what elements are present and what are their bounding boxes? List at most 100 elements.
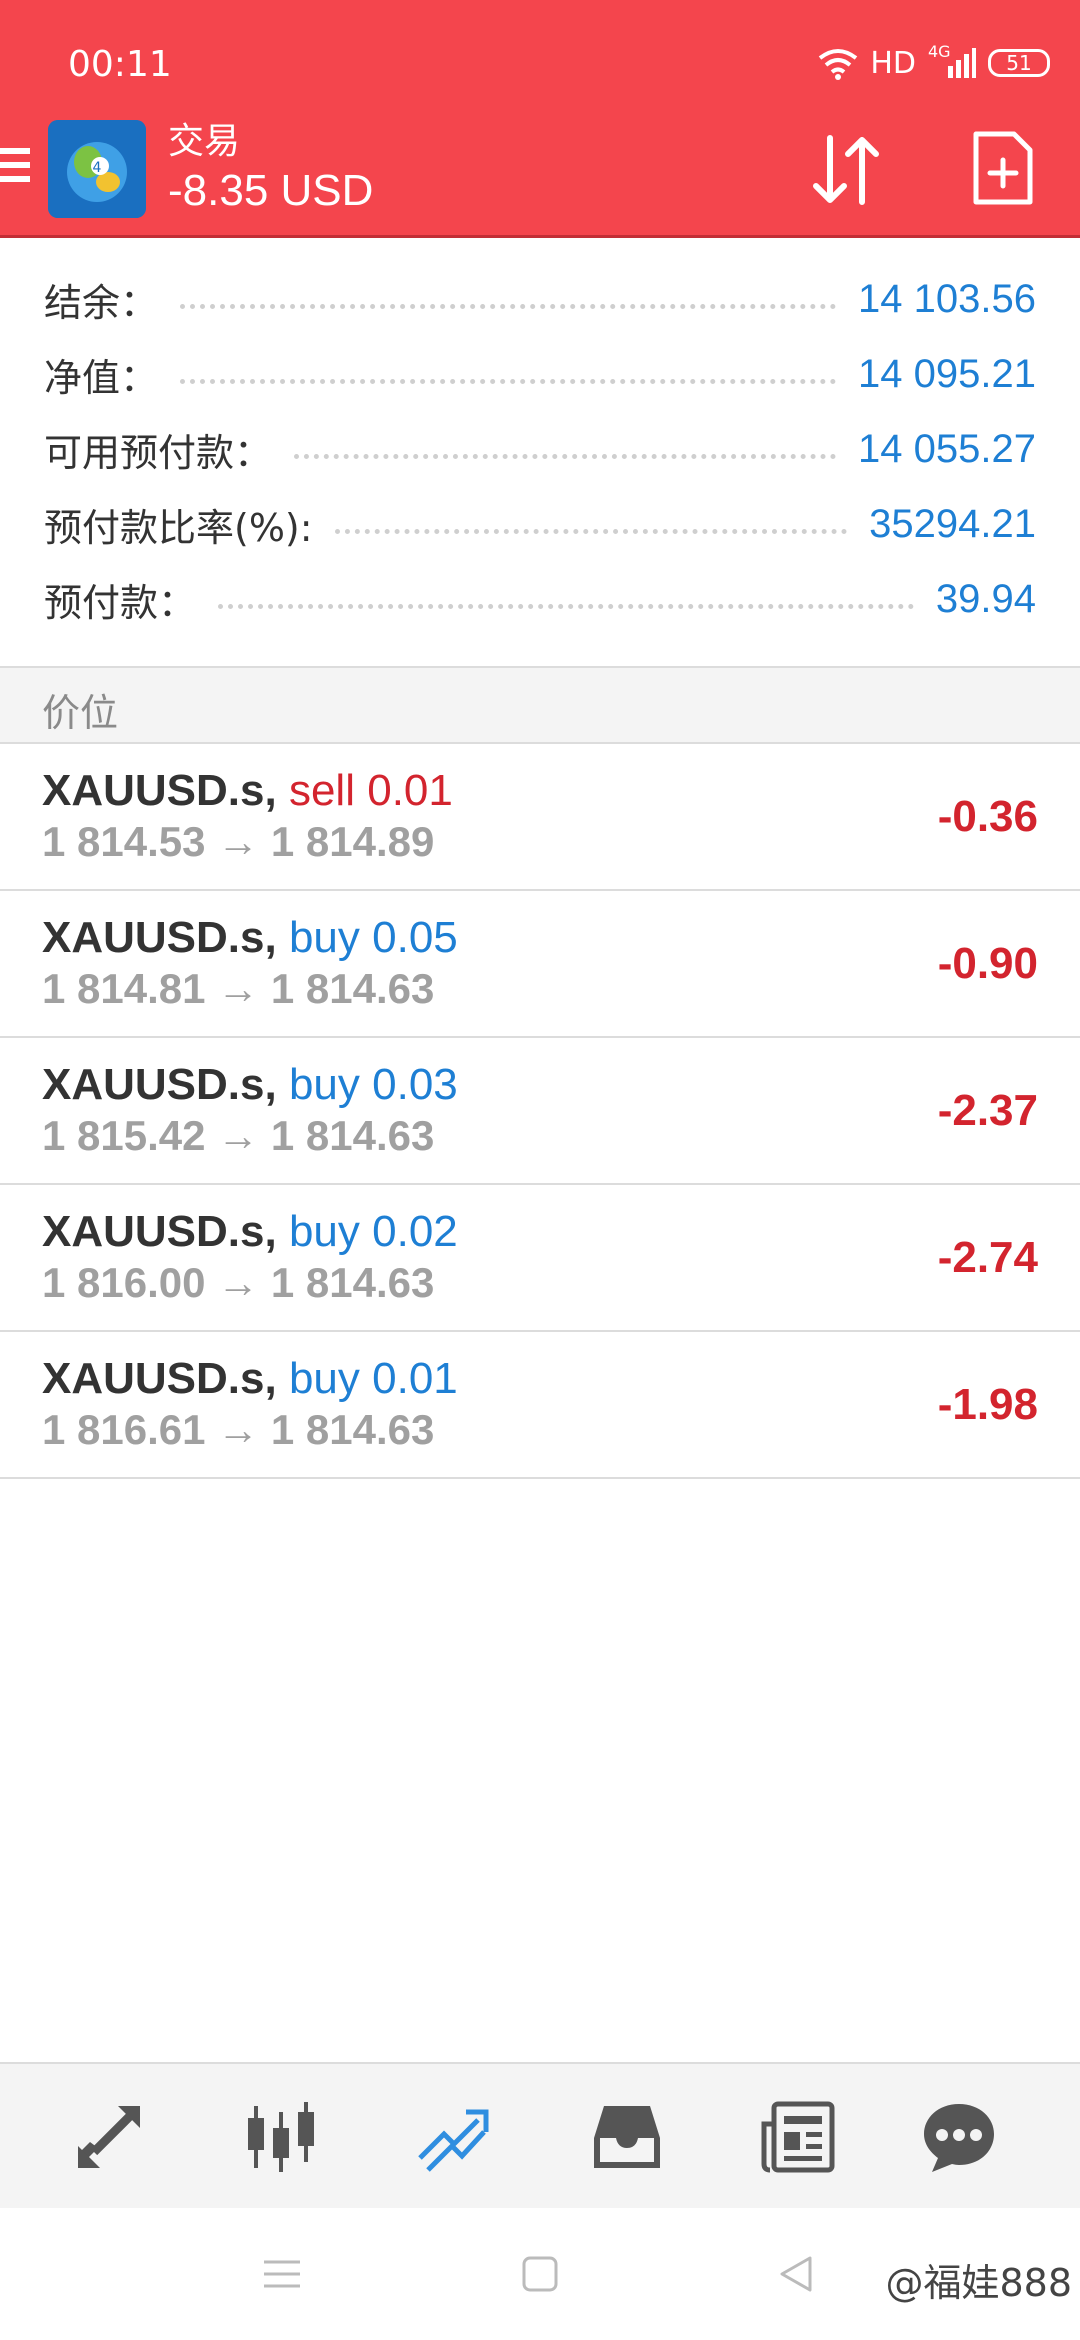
position-profit: -2.37: [937, 1086, 1038, 1135]
position-type: buy: [288, 1207, 360, 1256]
page-title: 交易: [168, 121, 241, 162]
current-price: 1 814.63: [270, 965, 435, 1012]
position-type: sell: [288, 766, 355, 815]
position-profit: -0.90: [937, 939, 1038, 988]
position-volume: 0.02: [372, 1207, 458, 1256]
position-volume: 0.05: [372, 913, 458, 962]
position-symbol: XAUUSD.s,: [42, 1354, 277, 1403]
arrow-icon: →: [217, 965, 260, 1012]
position-volume: 0.01: [367, 766, 453, 815]
sort-icon[interactable]: [806, 130, 886, 210]
summary-label: 可用预付款：: [44, 431, 273, 475]
summary-row-free-margin: 可用预付款： 14 055.27: [0, 412, 1080, 487]
open-price: 1 814.81: [42, 965, 206, 1012]
position-volume: 0.01: [372, 1354, 458, 1403]
chart-icon[interactable]: [242, 2098, 320, 2176]
status-time: 00:11: [68, 44, 172, 85]
app-header: 00:11 HD 4G 51 4 交易 -8.35 USD: [0, 0, 1080, 238]
current-price: 1 814.63: [270, 1259, 435, 1306]
signal-icon: 4G: [928, 42, 976, 80]
position-symbol: XAUUSD.s,: [42, 1207, 277, 1256]
status-icons: HD 4G 51: [818, 40, 1050, 86]
arrow-icon: →: [217, 1406, 260, 1453]
arrow-icon: →: [217, 818, 260, 865]
header-profit: -8.35 USD: [168, 166, 374, 215]
position-prices: 1 814.81 → 1 814.63: [42, 965, 434, 1013]
account-summary: 结余： 14 103.56 净值： 14 095.21 可用预付款： 14 05…: [0, 262, 1080, 637]
summary-row-margin: 预付款： 39.94: [0, 562, 1080, 637]
summary-value: 14 095.21: [858, 352, 1036, 396]
bottom-nav: [0, 2062, 1080, 2208]
arrow-icon: →: [217, 1259, 260, 1306]
history-icon[interactable]: [588, 2098, 666, 2176]
position-profit: -2.74: [937, 1233, 1038, 1282]
position-prices: 1 816.00 → 1 814.63: [42, 1259, 434, 1307]
dotted-leader: [334, 529, 848, 534]
open-price: 1 814.53: [42, 818, 206, 865]
current-price: 1 814.63: [270, 1112, 435, 1159]
arrow-icon: →: [217, 1112, 260, 1159]
positions-list: XAUUSD.s, sell 0.01 1 814.53 → 1 814.89 …: [0, 744, 1080, 1479]
position-type: buy: [288, 913, 360, 962]
summary-value: 35294.21: [869, 502, 1036, 546]
battery-icon: 51: [988, 49, 1050, 77]
open-price: 1 816.00: [42, 1259, 206, 1306]
trade-icon[interactable]: [414, 2098, 492, 2176]
position-header: XAUUSD.s, buy 0.02: [42, 1207, 458, 1257]
summary-row-balance: 结余： 14 103.56: [0, 262, 1080, 337]
open-price: 1 816.61: [42, 1406, 206, 1453]
positions-section-header: 价位: [0, 666, 1080, 744]
watermark: @福娃888: [885, 2261, 1072, 2305]
summary-value: 14 103.56: [858, 277, 1036, 321]
dotted-leader: [180, 379, 837, 384]
messages-icon[interactable]: [920, 2098, 998, 2176]
position-profit: -0.36: [937, 792, 1038, 841]
svg-text:4: 4: [93, 160, 102, 176]
position-row[interactable]: XAUUSD.s, buy 0.02 1 816.00 → 1 814.63 -…: [0, 1185, 1080, 1332]
position-row[interactable]: XAUUSD.s, buy 0.01 1 816.61 → 1 814.63 -…: [0, 1332, 1080, 1479]
news-icon[interactable]: [760, 2098, 838, 2176]
recents-icon[interactable]: [262, 2254, 302, 2294]
app-logo-icon: 4: [48, 120, 146, 218]
summary-row-margin-level: 预付款比率(%): 35294.21: [0, 487, 1080, 562]
position-header: XAUUSD.s, buy 0.05: [42, 913, 458, 963]
position-symbol: XAUUSD.s,: [42, 913, 277, 962]
dotted-leader: [218, 604, 914, 609]
position-type: buy: [288, 1354, 360, 1403]
position-row[interactable]: XAUUSD.s, buy 0.05 1 814.81 → 1 814.63 -…: [0, 891, 1080, 1038]
wifi-icon: [819, 49, 858, 80]
position-header: XAUUSD.s, buy 0.01: [42, 1354, 458, 1404]
home-icon[interactable]: [520, 2254, 560, 2294]
dotted-leader: [180, 304, 837, 309]
position-profit: -1.98: [937, 1380, 1038, 1429]
section-title: 价位: [42, 691, 119, 735]
summary-value: 39.94: [935, 577, 1036, 621]
network-label: HD: [870, 45, 916, 81]
position-symbol: XAUUSD.s,: [42, 1060, 277, 1109]
current-price: 1 814.89: [270, 818, 435, 865]
summary-value: 14 055.27: [858, 427, 1036, 471]
summary-label: 结余：: [44, 281, 159, 325]
position-prices: 1 814.53 → 1 814.89: [42, 818, 434, 866]
position-header: XAUUSD.s, sell 0.01: [42, 766, 453, 816]
position-type: buy: [288, 1060, 360, 1109]
position-prices: 1 815.42 → 1 814.63: [42, 1112, 434, 1160]
summary-row-equity: 净值： 14 095.21: [0, 337, 1080, 412]
position-row[interactable]: XAUUSD.s, buy 0.03 1 815.42 → 1 814.63 -…: [0, 1038, 1080, 1185]
summary-label: 净值：: [44, 356, 159, 400]
position-symbol: XAUUSD.s,: [42, 766, 277, 815]
position-row[interactable]: XAUUSD.s, sell 0.01 1 814.53 → 1 814.89 …: [0, 744, 1080, 891]
system-nav-bar: @福娃888: [0, 2208, 1080, 2340]
menu-icon[interactable]: [0, 148, 30, 194]
new-order-icon[interactable]: [972, 130, 1034, 206]
summary-label: 预付款：: [44, 581, 197, 625]
summary-label: 预付款比率(%):: [44, 506, 313, 550]
back-icon[interactable]: [776, 2254, 816, 2294]
current-price: 1 814.63: [270, 1406, 435, 1453]
position-volume: 0.03: [372, 1060, 458, 1109]
position-header: XAUUSD.s, buy 0.03: [42, 1060, 458, 1110]
position-prices: 1 816.61 → 1 814.63: [42, 1406, 434, 1454]
quotes-icon[interactable]: [70, 2098, 148, 2176]
open-price: 1 815.42: [42, 1112, 206, 1159]
dotted-leader: [294, 454, 837, 459]
